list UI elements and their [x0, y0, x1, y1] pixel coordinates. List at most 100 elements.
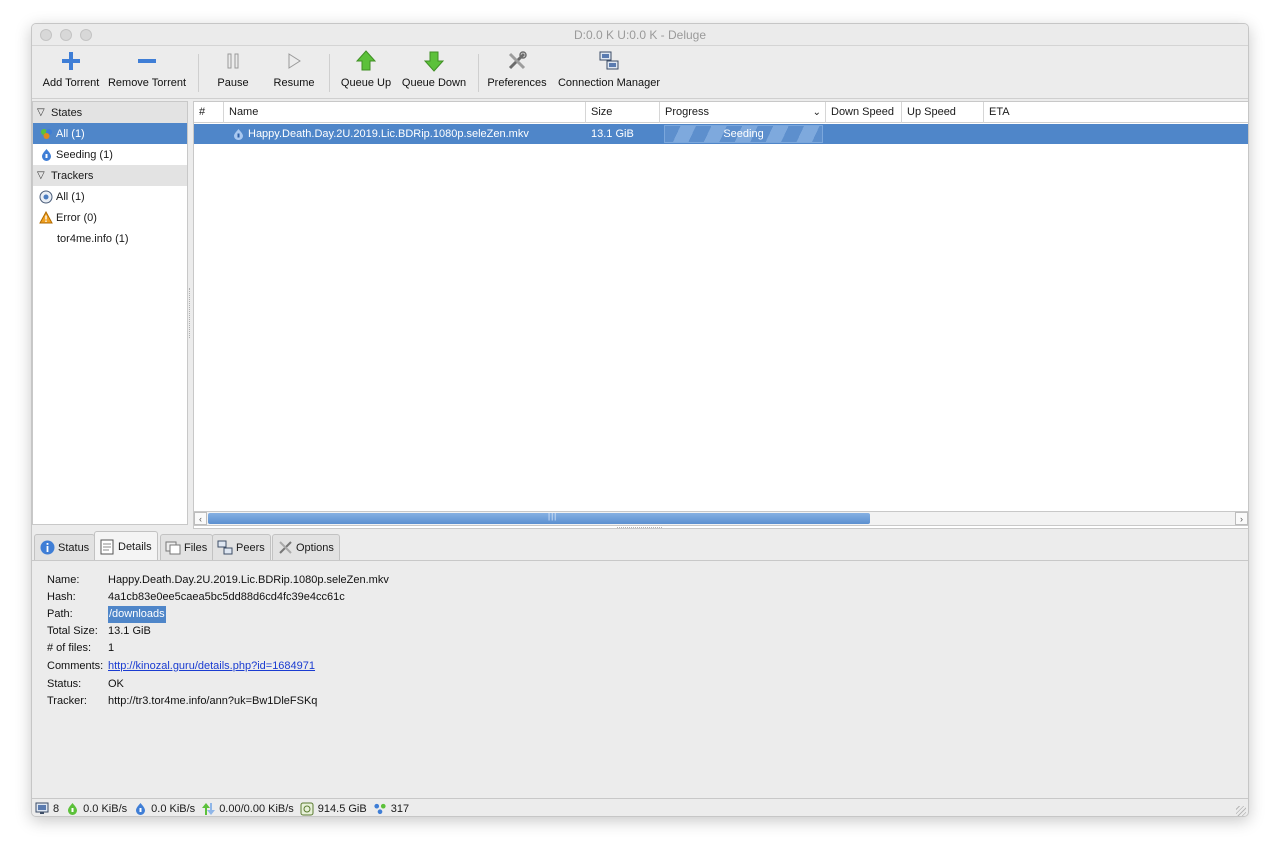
preferences-button[interactable]: Preferences [485, 46, 549, 99]
add-torrent-label: Add Torrent [42, 77, 100, 89]
trackers-header[interactable]: ▽ Trackers [33, 165, 187, 186]
status-dht-nodes[interactable]: 317 [373, 802, 409, 816]
tab-status[interactable]: Status [34, 534, 96, 560]
queue-up-button[interactable]: Queue Up [340, 46, 392, 99]
status-download-speed-value: 0.0 KiB/s [83, 802, 128, 815]
sidebar-item-tracker-tor4me[interactable]: tor4me.info (1) [33, 228, 187, 249]
connection-manager-button[interactable]: Connection Manager [556, 46, 662, 99]
cell-up-speed [902, 124, 984, 144]
status-connections[interactable]: 8 [35, 802, 59, 816]
resize-grip-icon[interactable] [1236, 806, 1246, 816]
tab-details[interactable]: Details [94, 531, 158, 561]
queue-down-button[interactable]: Queue Down [400, 46, 468, 99]
status-download-speed[interactable]: 0.0 KiB/s [65, 802, 127, 816]
cell-queue [194, 124, 224, 144]
queue-down-label: Queue Down [401, 77, 467, 89]
torrent-list-header: # Name Size Progress ⌄ Down Speed Up Spe… [194, 102, 1248, 123]
detail-comments-link[interactable]: http://kinozal.guru/details.php?id=16849… [108, 658, 315, 675]
pause-icon [225, 46, 241, 76]
play-icon [285, 46, 303, 76]
trackers-header-label: Trackers [51, 169, 94, 182]
pane-splitter[interactable] [617, 527, 662, 530]
globe-icon [39, 190, 53, 204]
detail-path-value[interactable]: /downloads [108, 606, 166, 623]
tab-files[interactable]: Files [160, 534, 214, 560]
detail-path-row: Path: /downloads [47, 606, 166, 623]
column-header-size[interactable]: Size [586, 102, 660, 123]
cell-name: Happy.Death.Day.2U.2019.Lic.BDRip.1080p.… [228, 124, 586, 144]
detail-key: Total Size: [47, 625, 98, 637]
column-header-eta[interactable]: ETA [984, 102, 1248, 123]
resume-button[interactable]: Resume [269, 46, 319, 99]
horizontal-scrollbar[interactable]: ‹ ||| › [193, 511, 1248, 526]
column-header-down-speed[interactable]: Down Speed [826, 102, 902, 123]
files-icon [165, 540, 181, 556]
tab-options[interactable]: Options [272, 534, 340, 560]
scrollbar-thumb[interactable]: ||| [208, 512, 870, 524]
detail-key: Hash: [47, 591, 76, 603]
details-document-icon [99, 539, 115, 555]
toolbar: Add Torrent Remove Torrent Pause Resume [32, 46, 1248, 99]
sidebar-item-seeding[interactable]: Seeding (1) [33, 144, 187, 165]
resume-label: Resume [273, 77, 315, 89]
detail-key: Comments: [47, 660, 104, 672]
remove-torrent-label: Remove Torrent [107, 77, 187, 89]
connection-manager-label: Connection Manager [557, 77, 661, 89]
preferences-label: Preferences [487, 77, 547, 89]
upload-speed-icon [133, 802, 147, 816]
detail-name-value: Happy.Death.Day.2U.2019.Lic.BDRip.1080p.… [108, 574, 389, 586]
detail-key: Status: [47, 678, 82, 690]
minus-icon [136, 46, 158, 76]
tab-label: Files [184, 541, 208, 554]
toolbar-separator [478, 54, 479, 92]
sidebar-item-label: All (1) [56, 190, 85, 203]
arrow-down-icon [424, 46, 444, 76]
states-header[interactable]: ▽ States [33, 102, 187, 123]
queue-up-label: Queue Up [340, 77, 392, 89]
scroll-right-arrow-icon[interactable]: › [1235, 512, 1248, 525]
status-free-space-value: 914.5 GiB [317, 802, 367, 815]
table-row[interactable]: Happy.Death.Day.2U.2019.Lic.BDRip.1080p.… [194, 124, 1248, 144]
collapse-triangle-icon: ▽ [37, 170, 45, 181]
pause-label: Pause [217, 77, 249, 89]
sort-chevron-down-icon: ⌄ [812, 107, 821, 118]
cell-size: 13.1 GiB [591, 128, 634, 140]
disk-space-icon [300, 802, 314, 816]
filter-sidebar: ▽ States All (1) Seeding (1) ▽ Trackers … [32, 101, 188, 525]
tab-label: Options [296, 541, 334, 554]
sidebar-item-all-states[interactable]: All (1) [33, 123, 187, 144]
download-speed-icon [65, 802, 79, 816]
details-tabs: Status Details Files Peers Options [32, 531, 1248, 561]
detail-comments-row: Comments: http://kinozal.guru/details.ph… [47, 658, 315, 675]
sidebar-item-all-trackers[interactable]: All (1) [33, 186, 187, 207]
column-header-up-speed[interactable]: Up Speed [902, 102, 984, 123]
wrench-screwdriver-icon [506, 46, 528, 76]
column-header-name[interactable]: Name [224, 102, 586, 123]
sidebar-item-label: All (1) [56, 127, 85, 140]
tab-peers[interactable]: Peers [212, 534, 271, 560]
sidebar-item-error[interactable]: Error (0) [33, 207, 187, 228]
column-header-queue[interactable]: # [194, 102, 224, 123]
details-panel: Name: Happy.Death.Day.2U.2019.Lic.BDRip.… [32, 560, 1248, 798]
deluge-window: D:0.0 K U:0.0 K - Deluge Add Torrent Rem… [31, 23, 1249, 817]
peers-computers-icon [217, 540, 233, 556]
sidebar-item-label: Seeding (1) [56, 148, 113, 161]
scroll-left-arrow-icon[interactable]: ‹ [194, 512, 207, 525]
detail-key: Name: [47, 574, 80, 586]
torrent-name: Happy.Death.Day.2U.2019.Lic.BDRip.1080p.… [248, 128, 529, 140]
connections-icon [35, 802, 49, 816]
column-header-progress[interactable]: Progress ⌄ [660, 102, 826, 123]
detail-hash-value: 4a1cb83e0ee5caea5bc5dd88d6cd4fc39e4cc61c [108, 591, 345, 603]
detail-total-size-row: Total Size: 13.1 GiB [47, 623, 151, 640]
cell-down-speed [826, 124, 902, 144]
add-torrent-button[interactable]: Add Torrent [37, 46, 105, 99]
network-computers-icon [598, 46, 620, 76]
status-free-space[interactable]: 914.5 GiB [300, 802, 367, 816]
status-upload-speed-value: 0.0 KiB/s [151, 802, 196, 815]
collapse-triangle-icon: ▽ [37, 107, 45, 118]
status-upload-speed[interactable]: 0.0 KiB/s [133, 802, 195, 816]
pause-button[interactable]: Pause [212, 46, 254, 99]
toolbar-separator [198, 54, 199, 92]
status-protocol-traffic[interactable]: 0.00/0.00 KiB/s [201, 802, 294, 816]
remove-torrent-button[interactable]: Remove Torrent [106, 46, 188, 99]
